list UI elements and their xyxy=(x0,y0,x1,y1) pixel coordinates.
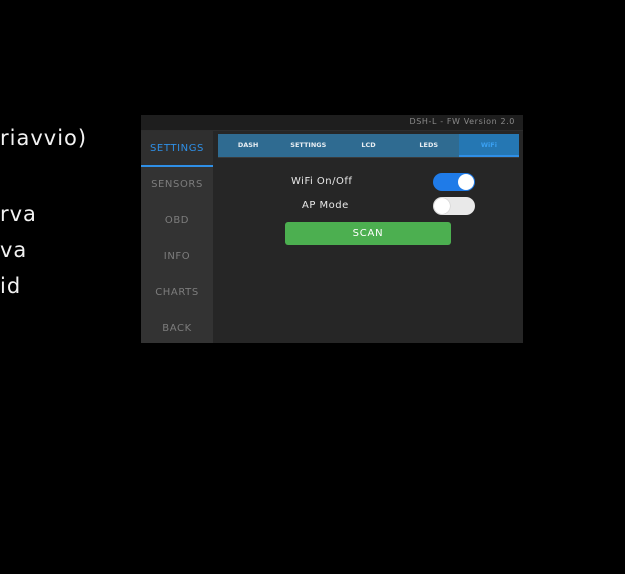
background-text-line: rva xyxy=(0,202,37,226)
sidebar-item-sensors[interactable]: SENSORS xyxy=(141,167,213,203)
firmware-version: DSH-L - FW Version 2.0 xyxy=(409,117,515,126)
sidebar-item-obd[interactable]: OBD xyxy=(141,203,213,239)
sidebar-item-back[interactable]: BACK xyxy=(141,311,213,343)
tab-lcd[interactable]: LCD xyxy=(338,134,398,157)
device-screen: DSH-L - FW Version 2.0 SETTINGS SENSORS … xyxy=(141,115,523,343)
sidebar: SETTINGS SENSORS OBD INFO CHARTS BACK xyxy=(141,131,213,343)
toggle-knob xyxy=(458,174,474,190)
wifi-toggle[interactable] xyxy=(433,173,475,191)
background-text-line: id xyxy=(0,274,22,298)
sidebar-item-info[interactable]: INFO xyxy=(141,239,213,275)
sidebar-item-charts[interactable]: CHARTS xyxy=(141,275,213,311)
background-text-line: va xyxy=(0,238,28,262)
tab-dash[interactable]: DASH xyxy=(218,134,278,157)
ap-mode-toggle[interactable] xyxy=(433,197,475,215)
sidebar-item-settings[interactable]: SETTINGS xyxy=(141,131,213,167)
tab-wifi[interactable]: WiFi xyxy=(458,134,520,157)
background-text-line: riavvio) xyxy=(0,126,88,150)
wifi-toggle-label: WiFi On/Off xyxy=(291,176,353,187)
ap-mode-label: AP Mode xyxy=(302,200,349,211)
toggle-knob xyxy=(434,198,450,214)
tab-leds[interactable]: LEDS xyxy=(399,134,459,157)
scan-button[interactable]: SCAN xyxy=(285,222,451,245)
tab-bar: DASH SETTINGS LCD LEDS WiFi xyxy=(218,134,520,158)
status-bar: DSH-L - FW Version 2.0 xyxy=(141,115,523,131)
tab-settings[interactable]: SETTINGS xyxy=(278,134,338,157)
